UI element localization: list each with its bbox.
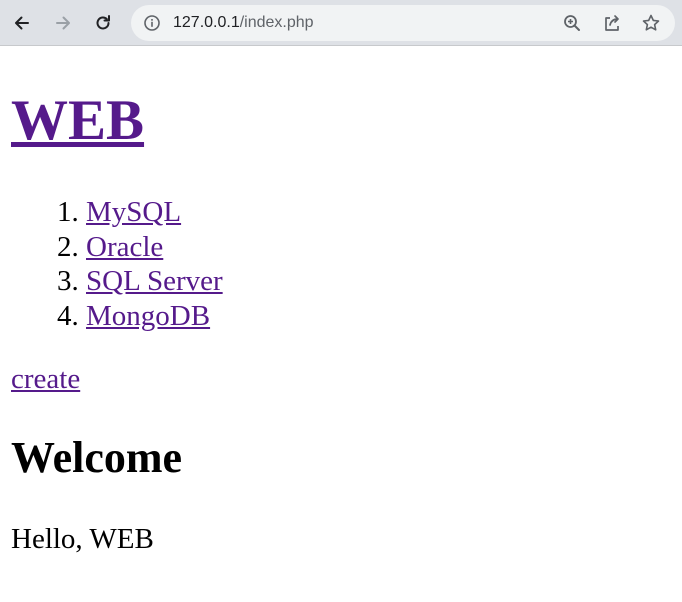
- page-heading: Welcome: [11, 433, 183, 482]
- topic-list: 1. MySQL 2. Oracle 3. SQL Server 4. Mong…: [0, 195, 223, 333]
- topic-link-mysql[interactable]: MySQL: [86, 196, 181, 228]
- create-link[interactable]: create: [11, 361, 80, 397]
- url-text[interactable]: 127.0.0.1/index.php: [173, 5, 314, 41]
- reload-icon: [96, 15, 110, 30]
- address-bar[interactable]: 127.0.0.1/index.php: [131, 5, 675, 41]
- list-item: 4. MongoDB: [0, 299, 223, 334]
- share-button[interactable]: [601, 12, 623, 34]
- url-host: 127.0.0.1: [173, 14, 240, 31]
- list-item: 3. SQL Server: [0, 264, 223, 299]
- share-icon: [605, 15, 619, 31]
- topic-link-sql-server[interactable]: SQL Server: [86, 265, 223, 297]
- url-path: /index.php: [239, 14, 314, 31]
- back-button[interactable]: [7, 8, 37, 38]
- reload-button[interactable]: [88, 8, 118, 38]
- forward-arrow-icon: [56, 16, 70, 30]
- browser-toolbar: 127.0.0.1/index.php: [0, 0, 682, 46]
- back-arrow-icon: [15, 16, 29, 30]
- star-icon: [642, 14, 660, 31]
- forward-button[interactable]: [48, 8, 78, 38]
- site-title: WEB: [11, 86, 144, 156]
- topic-link-oracle[interactable]: Oracle: [86, 231, 163, 263]
- site-title-link[interactable]: WEB: [11, 89, 144, 152]
- list-number: 2.: [57, 230, 79, 263]
- list-item: 2. Oracle: [0, 230, 223, 265]
- list-number: 4.: [57, 299, 79, 332]
- info-icon[interactable]: [143, 14, 161, 32]
- body-text: Hello, WEB: [11, 523, 154, 555]
- topic-link-mongodb[interactable]: MongoDB: [86, 300, 210, 332]
- zoom-button[interactable]: [561, 12, 583, 34]
- zoom-icon: [564, 15, 580, 31]
- list-number: 3.: [57, 265, 79, 297]
- list-item: 1. MySQL: [0, 195, 223, 230]
- bookmark-button[interactable]: [640, 12, 662, 34]
- page-content: WEB 1. MySQL 2. Oracle 3. SQL Server 4. …: [0, 46, 682, 602]
- list-number: 1.: [57, 196, 79, 228]
